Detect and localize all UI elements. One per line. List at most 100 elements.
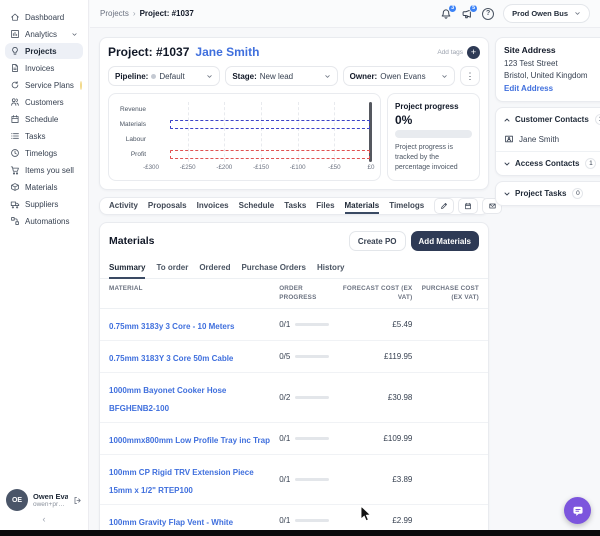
sidebar-collapse-button[interactable]: ‹ [6,511,82,528]
chart-x-labels: -£300-£250-£200-£150-£100-£50£0 [151,164,371,175]
sidebar-item-tasks[interactable]: Tasks [5,128,83,144]
project-tasks-count: 0 [572,188,583,199]
pipeline-label: Pipeline: [115,72,148,81]
material-link[interactable]: 1000mmx800mm Low Profile Tray inc Trap [109,436,270,445]
announcements-icon[interactable]: 5 [461,8,473,20]
customer-contacts-toggle[interactable]: Customer Contacts 1 [496,108,600,131]
sidebar-item-customers[interactable]: Customers [5,94,83,110]
material-link[interactable]: 1000mm Bayonet Cooker Hose BFGHENB2-100 [109,386,226,413]
project-more-actions-button[interactable]: ⋮ [460,66,480,86]
add-materials-button[interactable]: Add Materials [411,231,479,251]
progress-bar [395,130,472,138]
forecast-cost-cell: £119.95 [342,352,412,361]
sidebar-item-timelogs[interactable]: Timelogs [5,145,83,161]
tab-timelogs[interactable]: Timelogs [389,198,424,214]
sidebar-item-suppliers[interactable]: Suppliers [5,196,83,212]
tab-invoices[interactable]: Invoices [197,198,229,214]
logout-icon[interactable] [73,496,82,505]
forecast-cost-cell: £30.98 [342,393,412,402]
tab-materials[interactable]: Materials [345,198,380,214]
order-progress-bar [295,355,329,358]
service-plans-icon [10,80,20,90]
materials-buttons: Create PO Add Materials [349,231,479,251]
edit-address-link[interactable]: Edit Address [504,84,600,93]
subtab-purchase-orders[interactable]: Purchase Orders [241,259,305,279]
material-cell: 0.75mm 3183Y 3 Core 50m Cable [109,348,279,366]
contacts-card: Customer Contacts 1 Jane Smith Access Co… [495,107,600,176]
chart-bar-materials [170,120,370,129]
sidebar-item-dashboard[interactable]: Dashboard [5,9,83,25]
add-tag-button[interactable]: + [467,46,480,59]
avatar: OE [6,489,28,511]
material-link[interactable]: 0.75mm 3183y 3 Core - 10 Meters [109,322,234,331]
tasks-icon [10,131,20,141]
material-cell: 0.75mm 3183y 3 Core - 10 Meters [109,316,279,334]
forecast-cost-cell: £5.49 [342,320,412,329]
table-row: 1000mm Bayonet Cooker Hose BFGHENB2-100 0… [100,373,488,423]
help-icon[interactable]: ? [482,8,494,20]
forecast-cost-cell: £109.99 [342,434,412,443]
customers-icon [10,97,20,107]
contact-card-icon [504,134,514,144]
project-tasks-toggle[interactable]: Project Tasks 0 [496,182,600,205]
chart-plot-area [151,102,371,162]
create-po-button[interactable]: Create PO [349,231,406,251]
order-progress-value: 0/1 [279,434,290,443]
material-link[interactable]: 100mm CP Rigid TRV Extension Piece 15mm … [109,468,254,495]
forecast-cost-cell: £3.89 [342,475,412,484]
breadcrumb-current: Project: #1037 [140,9,194,18]
subtab-history[interactable]: History [317,259,345,279]
pipeline-color-dot [151,74,156,79]
chart-x-tick-label: -£200 [216,164,232,171]
sidebar-nav: Dashboard Analytics ProjectsInvoicesServic… [0,0,88,230]
sidebar-item-materials[interactable]: Materials [5,179,83,195]
sidebar-item-analytics[interactable]: Analytics [5,26,83,42]
stage-dropdown[interactable]: Stage: New lead [225,66,337,86]
sidebar-item-label: Analytics [25,30,57,39]
material-cell: 1000mm Bayonet Cooker Hose BFGHENB2-100 [109,380,279,416]
material-link[interactable]: 0.75mm 3183Y 3 Core 50m Cable [109,354,233,363]
order-progress-bar [295,437,329,440]
sidebar-item-projects[interactable]: Projects [5,43,83,59]
order-progress-cell: 0/1 [279,516,342,525]
tab-proposals[interactable]: Proposals [148,198,187,214]
material-link[interactable]: 100mm Gravity Flap Vent - White [109,518,233,527]
sidebar-item-service-plans[interactable]: Service Plans [5,77,83,93]
sidebar-item-items-you-sell[interactable]: Items you sell [5,162,83,178]
schedule-button[interactable] [458,198,478,214]
customer-contacts-count: 1 [595,114,600,125]
tab-schedule[interactable]: Schedule [239,198,275,214]
order-progress-cell: 0/5 [279,352,342,361]
edit-button[interactable] [434,198,454,214]
owner-dropdown[interactable]: Owner: Owen Evans [343,66,455,86]
subtab-ordered[interactable]: Ordered [199,259,230,279]
invoice-icon [10,63,20,73]
stage-value: New lead [260,72,293,81]
order-progress-cell: 0/2 [279,393,342,402]
chat-widget-button[interactable] [564,497,591,524]
tab-activity[interactable]: Activity [109,198,138,214]
contact-name: Jane Smith [519,135,559,144]
sidebar-item-schedule[interactable]: Schedule [5,111,83,127]
sidebar-item-automations[interactable]: Automations [5,213,83,229]
topbar-actions: 3 5 ? Prod Owen Bus [440,4,590,23]
chart-y-labels: RevenueMaterialsLabourProfit [114,102,151,162]
user-row[interactable]: OE Owen Evans owen+prod@p... [6,489,82,511]
sidebar-item-invoices[interactable]: Invoices [5,60,83,76]
sidebar-item-label: Materials [25,183,57,192]
tab-tasks[interactable]: Tasks [284,198,306,214]
clock-icon [10,148,20,158]
material-cell: 100mm Gravity Flap Vent - White [109,512,279,530]
chart-x-tick-label: -£100 [290,164,306,171]
tab-files[interactable]: Files [316,198,334,214]
chart-category-label: Profit [114,147,151,162]
access-contacts-toggle[interactable]: Access Contacts 1 [496,152,600,175]
account-switcher[interactable]: Prod Owen Bus [503,4,590,23]
subtab-summary[interactable]: Summary [109,259,145,279]
breadcrumb-parent[interactable]: Projects [100,9,129,18]
customer-link[interactable]: Jane Smith [195,45,259,59]
pipeline-dropdown[interactable]: Pipeline: Default [108,66,220,86]
notifications-bell-icon[interactable]: 3 [440,8,452,20]
contact-list-item[interactable]: Jane Smith [496,131,600,151]
subtab-to-order[interactable]: To order [156,259,188,279]
